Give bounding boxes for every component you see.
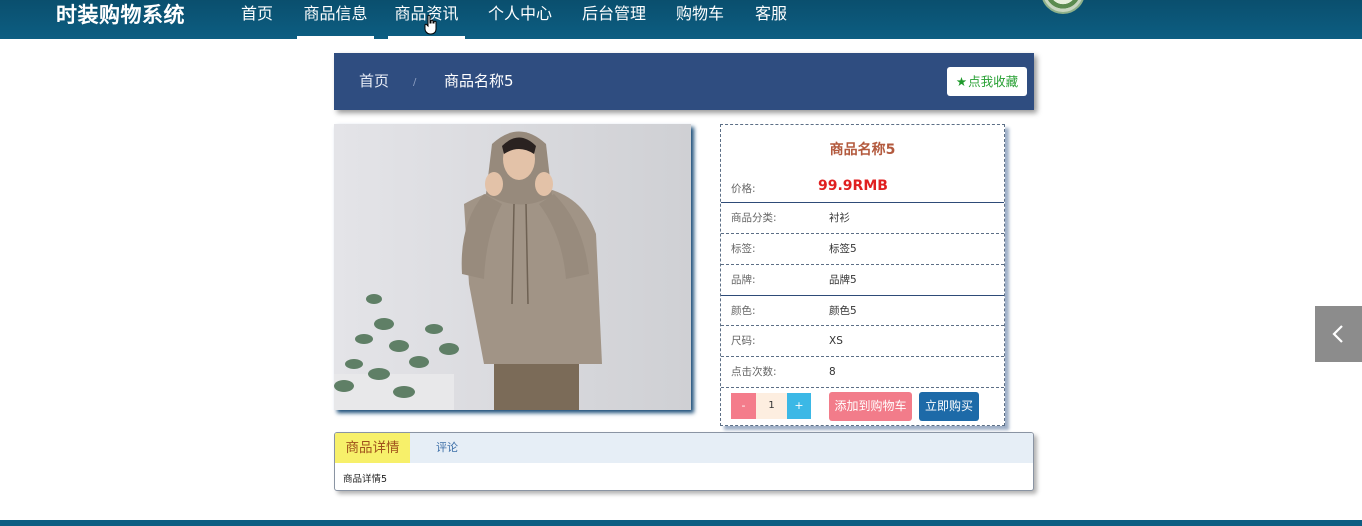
- attribute-value: 颜色5: [829, 305, 857, 317]
- chevron-left-icon: [1332, 325, 1343, 343]
- attribute-value: 品牌5: [829, 274, 857, 286]
- tab-product-detail[interactable]: 商品详情: [335, 433, 410, 463]
- quantity-increase-button[interactable]: +: [787, 393, 811, 419]
- product-info-panel: 商品名称5 价格: 99.9RMB 商品分类: 衬衫 标签: 标签5 品牌: 品…: [720, 124, 1005, 426]
- add-to-cart-button[interactable]: 添加到购物车: [829, 392, 912, 421]
- side-panel-toggle[interactable]: [1315, 306, 1362, 362]
- tab-content: 商品详情5: [343, 474, 388, 485]
- attribute-value: XS: [829, 335, 843, 347]
- nav-cart[interactable]: 购物车: [672, 0, 728, 39]
- site-title: 时装购物系统: [56, 3, 185, 27]
- hand-cursor-icon: [424, 15, 437, 35]
- attribute-value: 8: [829, 366, 836, 378]
- attribute-value: 标签5: [829, 243, 857, 255]
- attribute-label: 标签:: [731, 243, 756, 255]
- attribute-label: 商品分类:: [731, 212, 777, 224]
- attribute-label: 尺码:: [731, 335, 756, 347]
- attribute-row: 点击次数: 8: [721, 356, 1004, 387]
- quantity-input[interactable]: 1: [756, 393, 787, 419]
- user-avatar[interactable]: [1041, 0, 1085, 14]
- star-icon: ★: [955, 74, 968, 89]
- breadcrumb: 首页 / 商品名称5 ★点我收藏: [334, 53, 1034, 110]
- favorite-label: 点我收藏: [968, 74, 1019, 89]
- nav-home[interactable]: 首页: [236, 0, 278, 39]
- product-image: [334, 124, 691, 410]
- tab-comments[interactable]: 评论: [436, 433, 458, 463]
- attribute-row: 商品分类: 衬衫: [721, 202, 1004, 233]
- favorite-button[interactable]: ★点我收藏: [947, 67, 1027, 96]
- attribute-label: 点击次数:: [731, 366, 777, 378]
- breadcrumb-home-link[interactable]: 首页: [359, 53, 389, 110]
- attribute-row: 标签: 标签5: [721, 233, 1004, 264]
- quantity-decrease-button[interactable]: -: [731, 393, 756, 419]
- nav-customer-service[interactable]: 客服: [750, 0, 792, 39]
- nav-personal-center[interactable]: 个人中心: [484, 0, 556, 39]
- attribute-row: 品牌: 品牌5: [721, 264, 1004, 295]
- attribute-row: 颜色: 颜色5: [721, 295, 1004, 326]
- buy-now-button[interactable]: 立即购买: [919, 392, 979, 421]
- product-name: 商品名称5: [829, 142, 896, 158]
- footer-strip: [0, 520, 1362, 526]
- price-label: 价格:: [731, 183, 756, 195]
- attribute-label: 颜色:: [731, 305, 756, 317]
- nav-product-info[interactable]: 商品信息: [297, 0, 374, 39]
- attribute-row: 尺码: XS: [721, 325, 1004, 356]
- purchase-actions: - 1 + 添加到购物车 立即购买: [721, 387, 1004, 425]
- product-photo: [334, 124, 691, 410]
- price-value: 99.9RMB: [818, 178, 888, 194]
- breadcrumb-separator: /: [413, 77, 417, 88]
- tabs-header: 商品详情 评论: [335, 433, 1033, 463]
- product-tabs: 商品详情 评论 商品详情5: [334, 432, 1034, 491]
- attribute-value: 衬衫: [829, 212, 850, 224]
- attribute-label: 品牌:: [731, 274, 756, 286]
- breadcrumb-current: 商品名称5: [444, 72, 514, 90]
- top-navigation-bar: 时装购物系统 首页 商品信息 商品资讯 个人中心 后台管理 购物车 客服: [0, 0, 1362, 39]
- nav-admin[interactable]: 后台管理: [578, 0, 650, 39]
